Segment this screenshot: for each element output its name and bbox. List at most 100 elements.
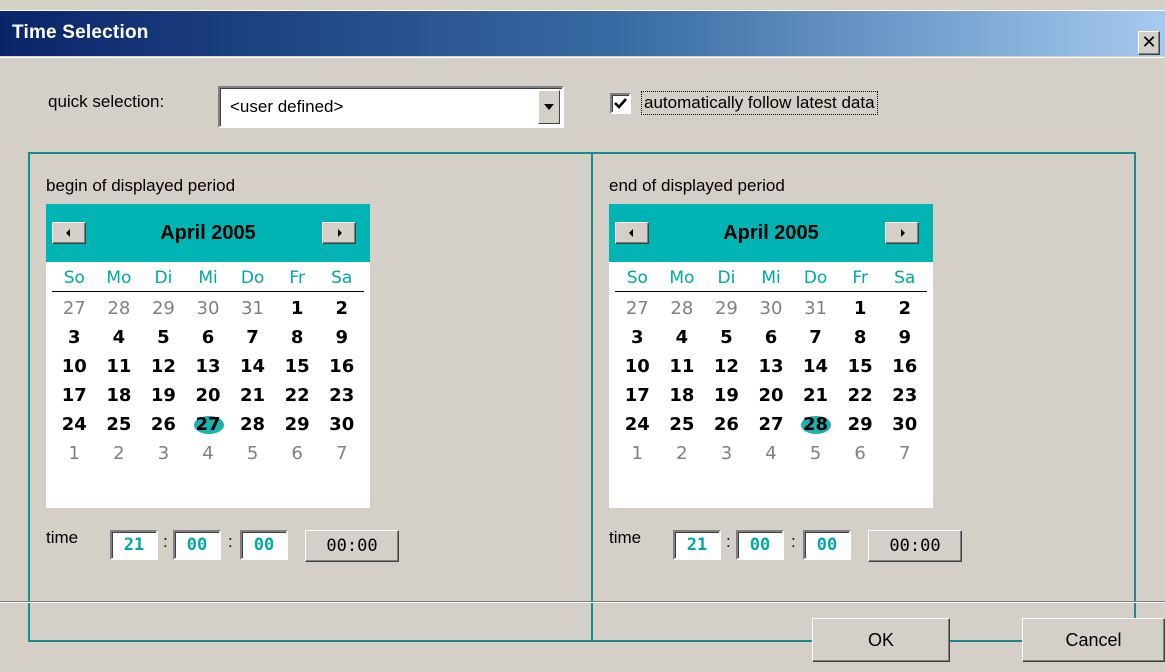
calendar-day[interactable]: 6 (186, 323, 231, 352)
calendar-day[interactable]: 24 (52, 410, 97, 439)
calendar-day-other-month[interactable]: 5 (230, 439, 275, 468)
calendar-day[interactable]: 19 (704, 381, 749, 410)
calendar-day[interactable]: 2 (319, 294, 364, 323)
follow-latest-checkbox[interactable] (610, 93, 631, 114)
calendar-day[interactable]: 5 (704, 323, 749, 352)
cancel-button[interactable]: Cancel (1022, 618, 1165, 662)
seconds-field[interactable]: 00 (240, 530, 288, 560)
hours-field[interactable]: 21 (673, 530, 721, 560)
next-month-button[interactable] (885, 222, 919, 244)
calendar-day[interactable]: 15 (838, 352, 883, 381)
calendar-day-other-month[interactable]: 30 (749, 294, 794, 323)
next-month-button[interactable] (322, 222, 356, 244)
calendar-day[interactable]: 30 (882, 410, 927, 439)
calendar-day[interactable]: 1 (838, 294, 883, 323)
calendar-day[interactable]: 27 (749, 410, 794, 439)
minutes-field[interactable]: 00 (173, 530, 221, 560)
calendar-day[interactable]: 4 (97, 323, 142, 352)
minutes-field[interactable]: 00 (736, 530, 784, 560)
calendar-day[interactable]: 8 (275, 323, 320, 352)
calendar-day[interactable]: 4 (660, 323, 705, 352)
calendar-day-other-month[interactable]: 28 (660, 294, 705, 323)
calendar-day[interactable]: 30 (319, 410, 364, 439)
calendar-day[interactable]: 9 (882, 323, 927, 352)
calendar-day[interactable]: 23 (319, 381, 364, 410)
calendar-day[interactable]: 15 (275, 352, 320, 381)
calendar-day[interactable]: 22 (838, 381, 883, 410)
calendar-day[interactable]: 9 (319, 323, 364, 352)
calendar-day[interactable]: 6 (749, 323, 794, 352)
calendar-day[interactable]: 17 (52, 381, 97, 410)
calendar-day[interactable]: 28 (230, 410, 275, 439)
calendar-day[interactable]: 7 (230, 323, 275, 352)
calendar-day-other-month[interactable]: 2 (660, 439, 705, 468)
calendar-day-other-month[interactable]: 27 (52, 294, 97, 323)
calendar-day-other-month[interactable]: 29 (704, 294, 749, 323)
quick-selection-dropdown[interactable]: <user defined> (218, 86, 564, 128)
calendar-day[interactable]: 18 (97, 381, 142, 410)
calendar-day[interactable]: 25 (97, 410, 142, 439)
calendar-day[interactable]: 17 (615, 381, 660, 410)
calendar-day[interactable]: 11 (660, 352, 705, 381)
calendar-day[interactable]: 21 (793, 381, 838, 410)
calendar-day-other-month[interactable]: 5 (793, 439, 838, 468)
calendar-day[interactable]: 20 (749, 381, 794, 410)
calendar-day-other-month[interactable]: 31 (793, 294, 838, 323)
calendar-day-selected[interactable]: 27 (186, 410, 231, 439)
close-button[interactable]: ✕ (1138, 31, 1160, 55)
calendar-day[interactable]: 29 (275, 410, 320, 439)
calendar-day[interactable]: 26 (141, 410, 186, 439)
calendar-day[interactable]: 10 (52, 352, 97, 381)
chevron-down-icon[interactable] (538, 90, 560, 124)
calendar-day-other-month[interactable]: 31 (230, 294, 275, 323)
calendar-day-other-month[interactable]: 1 (52, 439, 97, 468)
calendar-day[interactable]: 7 (793, 323, 838, 352)
seconds-field[interactable]: 00 (803, 530, 851, 560)
calendar-day[interactable]: 8 (838, 323, 883, 352)
calendar-day[interactable]: 25 (660, 410, 705, 439)
calendar-day[interactable]: 24 (615, 410, 660, 439)
calendar-day[interactable]: 10 (615, 352, 660, 381)
calendar-day[interactable]: 20 (186, 381, 231, 410)
calendar-day[interactable]: 5 (141, 323, 186, 352)
calendar-day-other-month[interactable]: 30 (186, 294, 231, 323)
calendar-day-other-month[interactable]: 3 (704, 439, 749, 468)
calendar-day-other-month[interactable]: 7 (319, 439, 364, 468)
calendar-day[interactable]: 26 (704, 410, 749, 439)
calendar-day[interactable]: 1 (275, 294, 320, 323)
calendar-day-other-month[interactable]: 6 (275, 439, 320, 468)
calendar-day[interactable]: 3 (52, 323, 97, 352)
title-bar[interactable]: Time Selection ✕ (0, 10, 1165, 56)
calendar-day[interactable]: 13 (749, 352, 794, 381)
calendar-day[interactable]: 14 (793, 352, 838, 381)
calendar-day-other-month[interactable]: 6 (838, 439, 883, 468)
calendar-day[interactable]: 22 (275, 381, 320, 410)
calendar-day[interactable]: 11 (97, 352, 142, 381)
reset-time-button[interactable]: 00:00 (305, 530, 399, 562)
calendar-day-other-month[interactable]: 29 (141, 294, 186, 323)
calendar-day[interactable]: 3 (615, 323, 660, 352)
calendar-day-other-month[interactable]: 2 (97, 439, 142, 468)
calendar-day[interactable]: 13 (186, 352, 231, 381)
calendar-day[interactable]: 2 (882, 294, 927, 323)
calendar-day-other-month[interactable]: 4 (749, 439, 794, 468)
calendar-day[interactable]: 23 (882, 381, 927, 410)
calendar-day[interactable]: 29 (838, 410, 883, 439)
calendar-day-other-month[interactable]: 1 (615, 439, 660, 468)
calendar-day[interactable]: 12 (141, 352, 186, 381)
calendar-day[interactable]: 16 (319, 352, 364, 381)
calendar-day-other-month[interactable]: 28 (97, 294, 142, 323)
calendar-day-other-month[interactable]: 3 (141, 439, 186, 468)
calendar-day-selected[interactable]: 28 (793, 410, 838, 439)
calendar-day[interactable]: 16 (882, 352, 927, 381)
calendar-day[interactable]: 14 (230, 352, 275, 381)
calendar-day-other-month[interactable]: 27 (615, 294, 660, 323)
reset-time-button[interactable]: 00:00 (868, 530, 962, 562)
calendar-day[interactable]: 19 (141, 381, 186, 410)
hours-field[interactable]: 21 (110, 530, 158, 560)
calendar-day[interactable]: 12 (704, 352, 749, 381)
follow-latest-label[interactable]: automatically follow latest data (641, 91, 878, 115)
calendar-day[interactable]: 18 (660, 381, 705, 410)
calendar-day-other-month[interactable]: 7 (882, 439, 927, 468)
calendar-day[interactable]: 21 (230, 381, 275, 410)
